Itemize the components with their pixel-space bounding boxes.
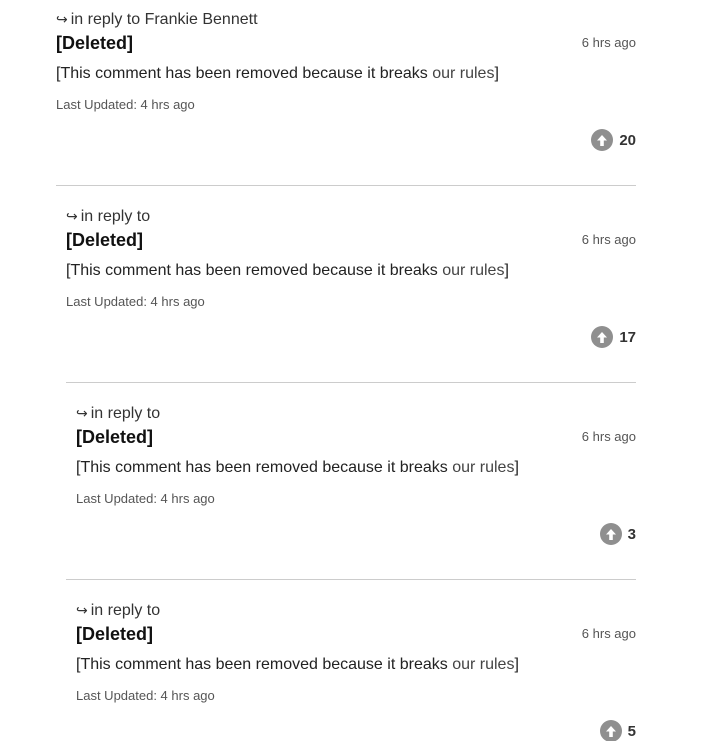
rules-link[interactable]: our rules xyxy=(452,459,514,476)
reply-context: ↪ in reply to xyxy=(76,602,160,620)
comment-last-updated: Last Updated: 4 hrs ago xyxy=(76,688,215,703)
upvote-button[interactable] xyxy=(591,129,614,151)
comment-body-text: [This comment has been removed because i… xyxy=(76,656,453,673)
comment-body: [This comment has been removed because i… xyxy=(76,459,519,477)
comment-body-close: ] xyxy=(504,262,509,279)
reply-prefix: in reply to xyxy=(80,208,151,225)
comment-body-text: [This comment has been removed because i… xyxy=(56,65,433,82)
comment-author: [Deleted] xyxy=(76,624,154,644)
comment: ↪ in reply to [Deleted] 6 hrs ago [This c… xyxy=(76,591,636,741)
vote-count: 20 xyxy=(619,131,636,149)
comment: ↪ in reply to Frankie Bennett [Deleted] 6… xyxy=(56,0,636,197)
rules-link[interactable]: our rules xyxy=(442,262,504,279)
upvote-arrow-icon xyxy=(605,528,616,540)
reply-context: ↪ in reply to xyxy=(66,208,150,226)
reply-arrow-icon: ↪ xyxy=(66,208,78,224)
comment-body-close: ] xyxy=(514,656,519,673)
reply-prefix: in reply to xyxy=(90,602,161,619)
comment-last-updated: Last Updated: 4 hrs ago xyxy=(66,294,205,309)
comment-timestamp: 6 hrs ago xyxy=(581,35,636,50)
comment-timestamp: 6 hrs ago xyxy=(581,232,636,247)
reply-prefix: in reply to xyxy=(90,405,161,422)
comment-body: [This comment has been removed because i… xyxy=(56,65,499,83)
reply-context: ↪ in reply to xyxy=(76,405,160,423)
comment-body: [This comment has been removed because i… xyxy=(66,262,509,280)
reply-prefix: in reply to xyxy=(70,11,141,28)
comment-divider xyxy=(56,185,636,186)
comment: ↪ in reply to [Deleted] 6 hrs ago [This c… xyxy=(66,197,636,394)
rules-link[interactable]: our rules xyxy=(452,656,514,673)
vote-count: 3 xyxy=(627,525,636,543)
comment-body-close: ] xyxy=(494,65,499,82)
vote-control: 3 xyxy=(599,522,636,546)
rules-link[interactable]: our rules xyxy=(432,65,494,82)
upvote-button[interactable] xyxy=(591,326,614,348)
comment-divider xyxy=(66,382,636,383)
comment-last-updated: Last Updated: 4 hrs ago xyxy=(76,491,215,506)
comment-divider xyxy=(66,579,636,580)
vote-control: 5 xyxy=(599,719,636,741)
comment-author: [Deleted] xyxy=(66,230,144,250)
reply-arrow-icon: ↪ xyxy=(76,602,88,618)
reply-arrow-icon: ↪ xyxy=(56,11,68,27)
reply-context: ↪ in reply to Frankie Bennett xyxy=(56,11,258,29)
upvote-button[interactable] xyxy=(599,523,622,545)
comment-body: [This comment has been removed because i… xyxy=(76,656,519,674)
comment-author: [Deleted] xyxy=(76,427,154,447)
vote-count: 17 xyxy=(619,328,636,346)
reply-arrow-icon: ↪ xyxy=(76,405,88,421)
vote-control: 17 xyxy=(591,325,636,349)
comment-timestamp: 6 hrs ago xyxy=(581,429,636,444)
comment: ↪ in reply to [Deleted] 6 hrs ago [This c… xyxy=(66,394,636,591)
upvote-arrow-icon xyxy=(605,725,616,737)
vote-control: 20 xyxy=(591,128,636,152)
vote-count: 5 xyxy=(627,722,636,740)
upvote-arrow-icon xyxy=(597,134,608,146)
comment-body-close: ] xyxy=(514,459,519,476)
comment-body-text: [This comment has been removed because i… xyxy=(66,262,443,279)
comment-body-text: [This comment has been removed because i… xyxy=(76,459,453,476)
comment-last-updated: Last Updated: 4 hrs ago xyxy=(56,97,195,112)
reply-target-link[interactable]: Frankie Bennett xyxy=(145,11,258,28)
comment-timestamp: 6 hrs ago xyxy=(581,626,636,641)
upvote-button[interactable] xyxy=(599,720,622,741)
comment-author: [Deleted] xyxy=(56,33,134,53)
upvote-arrow-icon xyxy=(597,331,608,343)
